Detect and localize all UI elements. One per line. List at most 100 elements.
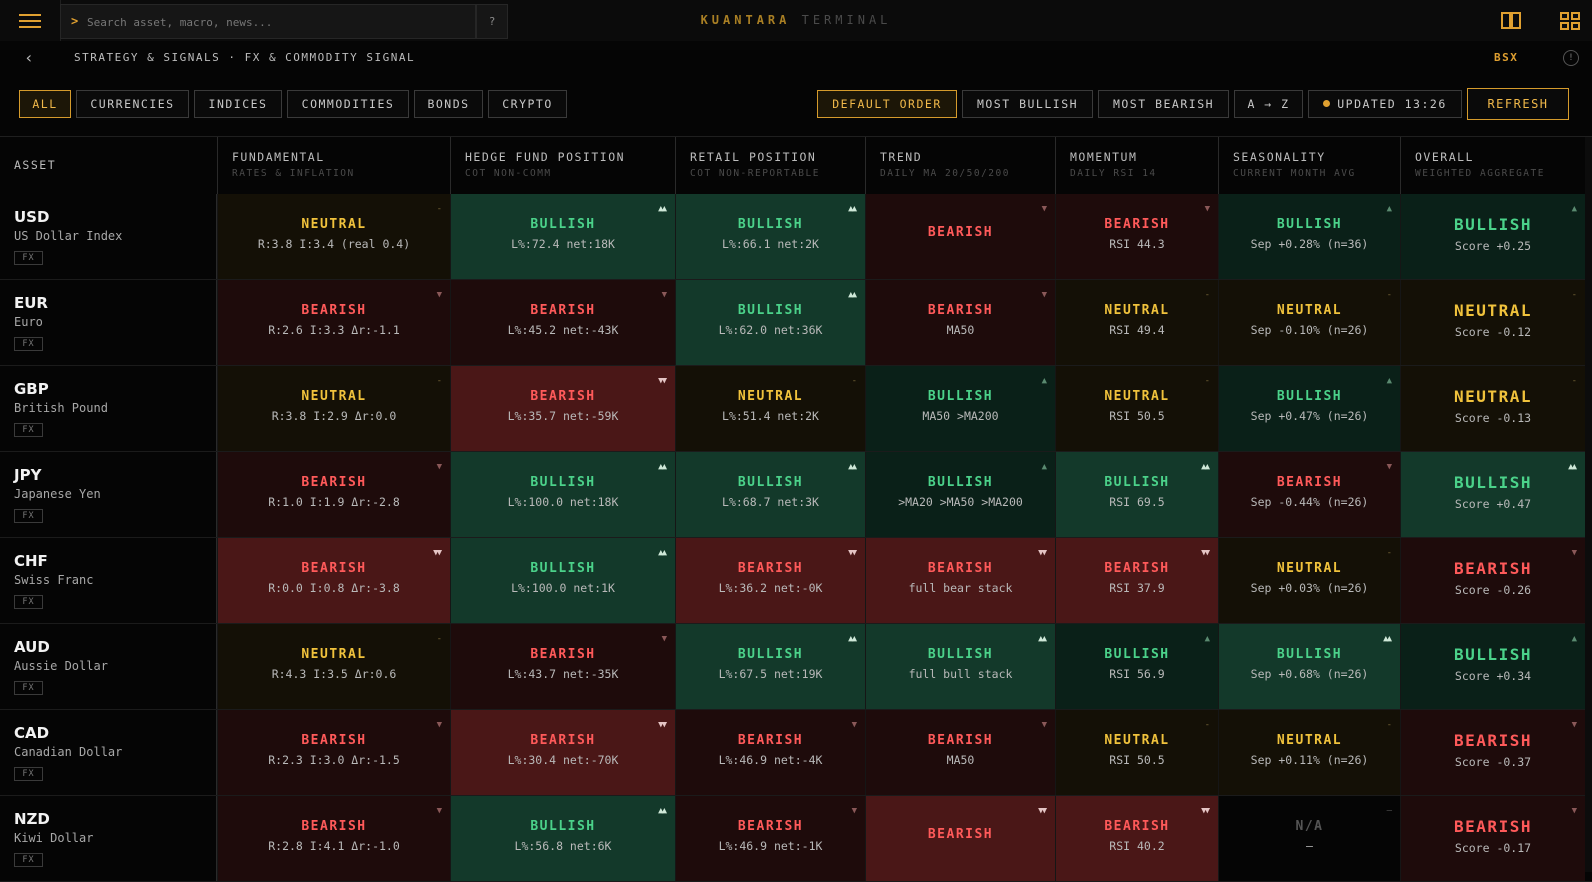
asset-cell[interactable]: NZD Kiwi Dollar FX (0, 796, 217, 881)
signal-cell[interactable]: ▼ BEARISH L%:46.9 net:-1K (675, 796, 865, 881)
filter-bonds[interactable]: BONDS (414, 90, 483, 118)
signal-cell[interactable]: ▼ BEARISH MA50 (865, 280, 1055, 365)
signal-cell[interactable]: ▼ BEARISH Sep -0.44% (n=26) (1218, 452, 1400, 537)
signal-cell[interactable]: ▼ BEARISH Score -0.26 (1400, 538, 1585, 623)
signal-cell[interactable]: ▲▲ BULLISH L%:100.0 net:1K (450, 538, 675, 623)
signal-cell[interactable]: - NEUTRAL Score -0.13 (1400, 366, 1585, 451)
signal-cell[interactable]: ▼ BEARISH L%:43.7 net:-35K (450, 624, 675, 709)
column-header-hedge-fund-position[interactable]: HEDGE FUND POSITION COT NON-COMM (450, 137, 675, 194)
signal-cell[interactable]: ▼▼ BEARISH R:0.0 I:0.8 Δr:-3.8 (217, 538, 450, 623)
sort-most-bearish[interactable]: MOST BEARISH (1098, 90, 1229, 118)
asset-cell[interactable]: CAD Canadian Dollar FX (0, 710, 217, 795)
signal-cell[interactable]: ▲ BULLISH >MA20 >MA50 >MA200 (865, 452, 1055, 537)
asset-cell[interactable]: USD US Dollar Index FX (0, 194, 217, 279)
signal-cell[interactable]: - NEUTRAL R:3.8 I:3.4 (real 0.4) (217, 194, 450, 279)
signal-cell[interactable]: - NEUTRAL RSI 50.5 (1055, 366, 1218, 451)
signal-cell[interactable]: ▼ BEARISH Score -0.17 (1400, 796, 1585, 881)
signal-cell[interactable]: - NEUTRAL RSI 49.4 (1055, 280, 1218, 365)
table-row[interactable]: GBP British Pound FX - NEUTRAL R:3.8 I:2.9 Δr… (0, 366, 1592, 452)
signal-cell[interactable]: - NEUTRAL Sep -0.10% (n=26) (1218, 280, 1400, 365)
column-header-retail-position[interactable]: RETAIL POSITION COT NON-REPORTABLE (675, 137, 865, 194)
signal-cell[interactable]: ▲▲ BULLISH RSI 69.5 (1055, 452, 1218, 537)
scrollbar[interactable] (1585, 137, 1592, 872)
signal-cell[interactable]: ▼▼ BEARISH RSI 40.2 (1055, 796, 1218, 881)
menu-icon[interactable] (0, 0, 61, 41)
signal-cell[interactable]: ▲ BULLISH Sep +0.47% (n=26) (1218, 366, 1400, 451)
table-row[interactable]: JPY Japanese Yen FX ▼ BEARISH R:1.0 I:1.9 Δr:… (0, 452, 1592, 538)
book-icon[interactable] (1501, 12, 1521, 29)
signal-cell[interactable]: ▼ BEARISH R:2.3 I:3.0 Δr:-1.5 (217, 710, 450, 795)
table-row[interactable]: AUD Aussie Dollar FX - NEUTRAL R:4.3 I:3.5 Δr… (0, 624, 1592, 710)
signal-cell[interactable]: - NEUTRAL Sep +0.11% (n=26) (1218, 710, 1400, 795)
signal-cell[interactable]: ▼ BEARISH (865, 194, 1055, 279)
asset-cell[interactable]: EUR Euro FX (0, 280, 217, 365)
grid-icon[interactable] (1560, 12, 1580, 30)
signal-cell[interactable]: - NEUTRAL RSI 50.5 (1055, 710, 1218, 795)
filter-currencies[interactable]: CURRENCIES (76, 90, 189, 118)
signal-cell[interactable]: ▼▼ BEARISH L%:36.2 net:-0K (675, 538, 865, 623)
column-header-overall[interactable]: OVERALL WEIGHTED AGGREGATE (1400, 137, 1585, 194)
signal-cell[interactable]: — N/A — (1218, 796, 1400, 881)
table-row[interactable]: CHF Swiss Franc FX ▼▼ BEARISH R:0.0 I:0.8 Δr:… (0, 538, 1592, 624)
signal-cell[interactable]: ▲▲ BULLISH Score +0.47 (1400, 452, 1585, 537)
column-header-asset[interactable]: ASSET (0, 137, 217, 194)
signal-cell[interactable]: ▼ BEARISH L%:45.2 net:-43K (450, 280, 675, 365)
signal-cell[interactable]: ▼▼ BEARISH full bear stack (865, 538, 1055, 623)
filter-crypto[interactable]: CRYPTO (488, 90, 567, 118)
sort-a-z[interactable]: A → Z (1234, 90, 1303, 118)
column-header-fundamental[interactable]: FUNDAMENTAL RATES & INFLATION (217, 137, 450, 194)
signal-cell[interactable]: ▲▲ BULLISH L%:67.5 net:19K (675, 624, 865, 709)
signal-cell[interactable]: ▼ BEARISH L%:46.9 net:-4K (675, 710, 865, 795)
signal-cell[interactable]: - NEUTRAL L%:51.4 net:2K (675, 366, 865, 451)
sort-most-bullish[interactable]: MOST BULLISH (962, 90, 1093, 118)
signal-cell[interactable]: ▼▼ BEARISH L%:30.4 net:-70K (450, 710, 675, 795)
signal-cell[interactable]: - NEUTRAL R:3.8 I:2.9 Δr:0.0 (217, 366, 450, 451)
signal-cell[interactable]: ▼ BEARISH R:2.6 I:3.3 Δr:-1.1 (217, 280, 450, 365)
signal-cell[interactable]: ▼▼ BEARISH (865, 796, 1055, 881)
signal-cell[interactable]: ▲▲ BULLISH full bull stack (865, 624, 1055, 709)
sort-default-order[interactable]: DEFAULT ORDER (817, 90, 957, 118)
exchange-badge[interactable]: BSX (1494, 51, 1518, 64)
signal-cell[interactable]: ▲▲ BULLISH L%:72.4 net:18K (450, 194, 675, 279)
signal-cell[interactable]: ▲ BULLISH Score +0.34 (1400, 624, 1585, 709)
column-header-seasonality[interactable]: SEASONALITY CURRENT MONTH AVG (1218, 137, 1400, 194)
signal-cell[interactable]: ▲ BULLISH Sep +0.28% (n=36) (1218, 194, 1400, 279)
signal-cell[interactable]: ▲ BULLISH Score +0.25 (1400, 194, 1585, 279)
signal-cell[interactable]: ▲▲ BULLISH L%:66.1 net:2K (675, 194, 865, 279)
asset-cell[interactable]: AUD Aussie Dollar FX (0, 624, 217, 709)
column-header-momentum[interactable]: MOMENTUM DAILY RSI 14 (1055, 137, 1218, 194)
asset-cell[interactable]: GBP British Pound FX (0, 366, 217, 451)
table-row[interactable]: NZD Kiwi Dollar FX ▼ BEARISH R:2.8 I:4.1 Δr:-… (0, 796, 1592, 882)
signal-cell[interactable]: ▲▲ BULLISH Sep +0.68% (n=26) (1218, 624, 1400, 709)
signal-cell[interactable]: ▼ BEARISH RSI 44.3 (1055, 194, 1218, 279)
table-row[interactable]: USD US Dollar Index FX - NEUTRAL R:3.8 I:3.4 … (0, 194, 1592, 280)
signal-cell[interactable]: - NEUTRAL Sep +0.03% (n=26) (1218, 538, 1400, 623)
signal-cell[interactable]: ▼ BEARISH R:1.0 I:1.9 Δr:-2.8 (217, 452, 450, 537)
search-box[interactable]: > (60, 4, 476, 39)
column-header-trend[interactable]: TREND DAILY MA 20/50/200 (865, 137, 1055, 194)
filter-indices[interactable]: INDICES (194, 90, 282, 118)
asset-cell[interactable]: JPY Japanese Yen FX (0, 452, 217, 537)
signal-cell[interactable]: - NEUTRAL R:4.3 I:3.5 Δr:0.6 (217, 624, 450, 709)
table-row[interactable]: CAD Canadian Dollar FX ▼ BEARISH R:2.3 I:3.0 … (0, 710, 1592, 796)
signal-cell[interactable]: ▲▲ BULLISH L%:62.0 net:36K (675, 280, 865, 365)
table-row[interactable]: EUR Euro FX ▼ BEARISH R:2.6 I:3.3 Δr:-1.1 ▼ BEA… (0, 280, 1592, 366)
signal-cell[interactable]: ▼ BEARISH MA50 (865, 710, 1055, 795)
help-button[interactable]: ? (476, 4, 508, 39)
signal-cell[interactable]: ▲ BULLISH MA50 >MA200 (865, 366, 1055, 451)
signal-cell[interactable]: ▲▲ BULLISH L%:68.7 net:3K (675, 452, 865, 537)
signal-cell[interactable]: ▼▼ BEARISH L%:35.7 net:-59K (450, 366, 675, 451)
signal-cell[interactable]: ▲ BULLISH RSI 56.9 (1055, 624, 1218, 709)
refresh-button[interactable]: REFRESH (1467, 88, 1569, 120)
signal-cell[interactable]: - NEUTRAL Score -0.12 (1400, 280, 1585, 365)
filter-commodities[interactable]: COMMODITIES (287, 90, 409, 118)
search-input[interactable] (87, 13, 467, 31)
signal-cell[interactable]: ▼ BEARISH R:2.8 I:4.1 Δr:-1.0 (217, 796, 450, 881)
signal-cell[interactable]: ▲▲ BULLISH L%:100.0 net:18K (450, 452, 675, 537)
asset-cell[interactable]: CHF Swiss Franc FX (0, 538, 217, 623)
signal-cell[interactable]: ▼▼ BEARISH RSI 37.9 (1055, 538, 1218, 623)
filter-all[interactable]: ALL (19, 90, 71, 118)
signal-cell[interactable]: ▲▲ BULLISH L%:56.8 net:6K (450, 796, 675, 881)
signal-cell[interactable]: ▼ BEARISH Score -0.37 (1400, 710, 1585, 795)
back-chevron-icon[interactable]: ‹ (18, 49, 40, 67)
